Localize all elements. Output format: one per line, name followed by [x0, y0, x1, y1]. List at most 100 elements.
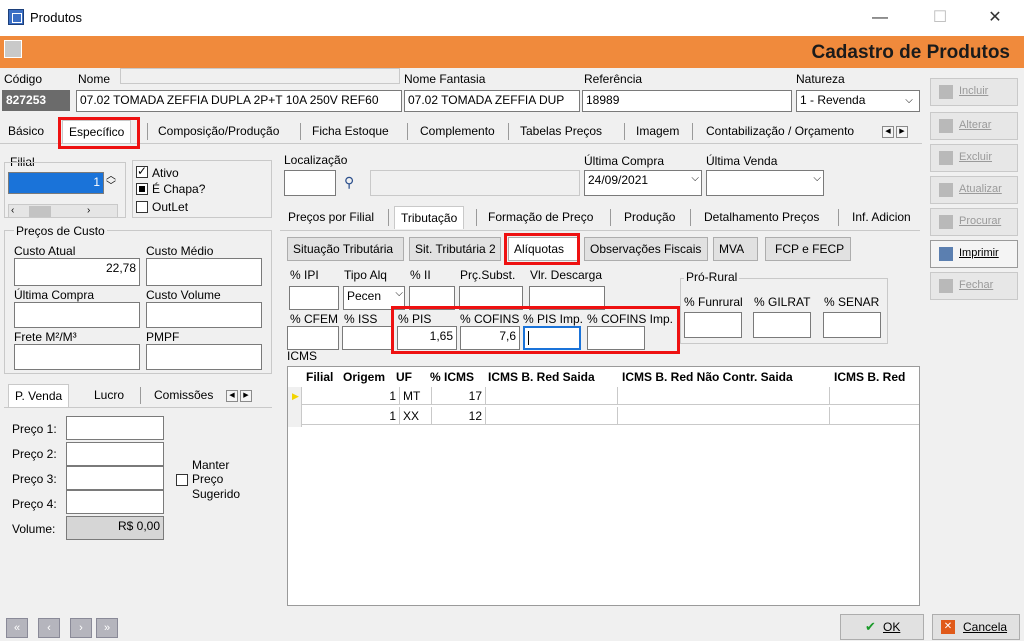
preco1-input[interactable] [66, 416, 164, 440]
col-origem[interactable]: Origem [343, 370, 385, 384]
maximize-button[interactable]: ☐ [920, 6, 960, 30]
gilrat-input[interactable] [753, 312, 811, 338]
first-record-icon[interactable]: « [6, 618, 28, 638]
observacoes-fiscais-button[interactable]: Observações Fiscais [584, 237, 708, 261]
cfem-input[interactable] [287, 326, 339, 350]
venda-scroll-right-icon[interactable]: ▶ [240, 390, 252, 402]
tab-composicao[interactable]: Composição/Produção [152, 120, 285, 143]
prc-subst-input[interactable] [459, 286, 523, 310]
cell-b-red[interactable] [830, 387, 919, 405]
senar-input[interactable] [823, 312, 881, 338]
tab-tabelas-precos[interactable]: Tabelas Preços [514, 120, 608, 143]
ipi-input[interactable] [289, 286, 339, 310]
custo-atual-input[interactable]: 22,78 [14, 258, 140, 286]
filial-input[interactable]: 1 [8, 172, 104, 194]
pis-input[interactable]: 1,65 [397, 326, 457, 350]
manter-preco-checkbox[interactable] [176, 474, 188, 486]
tab-inf-adicion[interactable]: Inf. Adicion [846, 206, 917, 229]
tab-producao[interactable]: Produção [618, 206, 681, 229]
tab-basico[interactable]: Básico [2, 120, 50, 143]
tab-comissoes[interactable]: Comissões [148, 384, 219, 407]
tipo-alq-select[interactable]: Pecen ⌵ [343, 286, 405, 310]
cell-b-red-saida[interactable] [486, 407, 618, 425]
fantasia-input[interactable]: 07.02 TOMADA ZEFFIA DUP [404, 90, 580, 112]
ultima-compra-input[interactable]: 24/09/2021 ⌵ [584, 170, 702, 196]
alterar-button[interactable]: Alterar [930, 112, 1018, 140]
minimize-button[interactable]: — [860, 6, 900, 30]
tab-contabilizacao[interactable]: Contabilização / Orçamento [700, 120, 860, 143]
close-button[interactable]: ✕ [975, 6, 1015, 30]
filial-spinner-icon[interactable]: ︿ ﹀ [106, 172, 116, 192]
cell-b-red-saida[interactable] [486, 387, 618, 405]
frete-input[interactable] [14, 344, 140, 370]
cofins-input[interactable]: 7,6 [460, 326, 520, 350]
cell-origem[interactable]: 1 [302, 407, 400, 425]
tab-formacao-preco[interactable]: Formação de Preço [482, 206, 599, 229]
cell-b-red-nao-contr[interactable] [618, 407, 830, 425]
col-filial[interactable]: Filial [306, 370, 333, 384]
col-icms[interactable]: % ICMS [430, 370, 474, 384]
excluir-button[interactable]: Excluir [930, 144, 1018, 172]
cell-icms[interactable]: 12 [432, 407, 486, 425]
col-icms-b-red[interactable]: ICMS B. Red [834, 370, 905, 384]
tab-lucro[interactable]: Lucro [88, 384, 130, 407]
preco2-input[interactable] [66, 442, 164, 466]
venda-scroll-left-icon[interactable]: ◀ [226, 390, 238, 402]
pmpf-input[interactable] [146, 344, 262, 370]
cancela-button[interactable]: ✕ Cancela [932, 614, 1020, 640]
custo-volume-input[interactable] [146, 302, 262, 328]
cell-icms[interactable]: 17 [432, 387, 486, 405]
iss-input[interactable] [342, 326, 392, 350]
cell-uf[interactable]: XX [400, 407, 432, 425]
tab-scroll-right-icon[interactable]: ▶ [896, 126, 908, 138]
sit-tributaria-2-button[interactable]: Sit. Tributária 2 [409, 237, 501, 261]
next-record-icon[interactable]: › [70, 618, 92, 638]
custo-medio-input[interactable] [146, 258, 262, 286]
cell-b-red[interactable] [830, 407, 919, 425]
binoculars-icon[interactable]: ⚲ [344, 174, 354, 191]
tab-ficha-estoque[interactable]: Ficha Estoque [306, 120, 395, 143]
tab-p-venda[interactable]: P. Venda [8, 384, 70, 407]
col-icms-b-red-saida[interactable]: ICMS B. Red Saida [488, 370, 595, 384]
tab-complemento[interactable]: Complemento [414, 120, 501, 143]
mva-button[interactable]: MVA [713, 237, 758, 261]
filial-scrollbar[interactable]: ‹ › [8, 204, 118, 218]
vlr-descarga-input[interactable] [529, 286, 605, 310]
cell-origem[interactable]: 1 [302, 387, 400, 405]
natureza-select[interactable]: 1 - Revenda ⌵ [796, 90, 920, 112]
localizacao-input[interactable] [284, 170, 336, 196]
pis-imp-input[interactable] [523, 326, 581, 350]
chevron-down-icon[interactable]: ⌵ [901, 92, 917, 110]
cell-b-red-nao-contr[interactable] [618, 387, 830, 405]
chevron-down-icon[interactable]: ⌵ [691, 173, 699, 184]
tab-scroll-left-icon[interactable]: ◀ [882, 126, 894, 138]
chevron-down-icon[interactable]: ⌵ [813, 173, 821, 184]
col-icms-b-red-nao-contr[interactable]: ICMS B. Red Não Contr. Saida [622, 370, 793, 384]
tab-tributacao[interactable]: Tributação [394, 206, 465, 229]
funrural-input[interactable] [684, 312, 742, 338]
fcp-fecp-button[interactable]: FCP e FECP [765, 237, 851, 261]
ii-input[interactable] [409, 286, 455, 310]
tab-especifico[interactable]: Específico [62, 120, 132, 143]
tab-precos-filial[interactable]: Preços por Filial [282, 206, 380, 229]
ok-button[interactable]: ✔ OK [840, 614, 924, 640]
preco4-input[interactable] [66, 490, 164, 514]
aliquotas-button[interactable]: Alíquotas [508, 237, 578, 261]
previous-record-icon[interactable]: ‹ [38, 618, 60, 638]
ultima-venda-input[interactable]: ⌵ [706, 170, 824, 196]
nome-input[interactable]: 07.02 TOMADA ZEFFIA DUPLA 2P+T 10A 250V … [76, 90, 402, 112]
imprimir-button[interactable]: Imprimir [930, 240, 1018, 268]
incluir-button[interactable]: Incluir [930, 78, 1018, 106]
col-uf[interactable]: UF [396, 370, 412, 384]
preco3-input[interactable] [66, 466, 164, 490]
ativo-checkbox[interactable] [136, 164, 148, 178]
situacao-tributaria-button[interactable]: Situação Tributária [287, 237, 404, 261]
tab-detalhamento[interactable]: Detalhamento Preços [698, 206, 825, 229]
chapa-checkbox[interactable] [136, 183, 148, 195]
fechar-button[interactable]: Fechar [930, 272, 1018, 300]
tab-imagem[interactable]: Imagem [630, 120, 685, 143]
cell-uf[interactable]: MT [400, 387, 432, 405]
ultima-compra-custo-input[interactable] [14, 302, 140, 328]
outlet-checkbox[interactable] [136, 201, 148, 213]
chevron-down-icon[interactable]: ⌵ [395, 288, 403, 299]
